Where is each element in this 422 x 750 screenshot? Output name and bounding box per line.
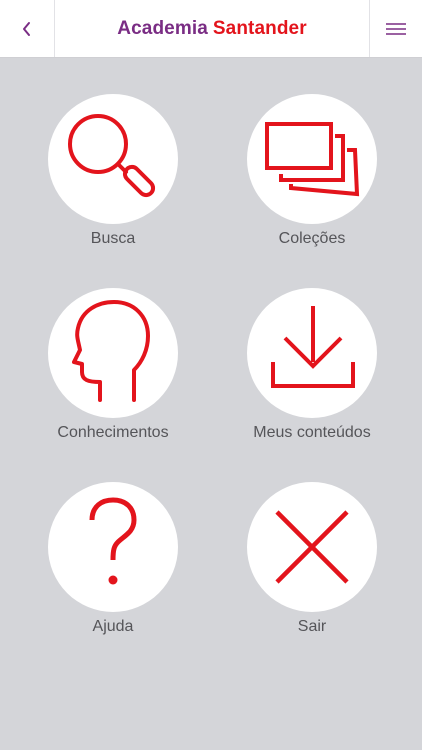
busca-button[interactable]: Busca [13, 94, 213, 264]
colecoes-button[interactable]: Coleções [212, 94, 412, 264]
colecoes-label: Coleções [278, 230, 346, 247]
app-title: Academia Santander [54, 0, 370, 57]
download-icon [271, 306, 355, 388]
conhecimentos-label: Conhecimentos [57, 424, 169, 441]
back-button[interactable] [0, 0, 55, 57]
head-icon [72, 300, 150, 402]
search-icon [68, 114, 156, 198]
colecoes-circle [247, 94, 377, 224]
sair-circle [247, 482, 377, 612]
ajuda-label: Ajuda [92, 618, 134, 635]
busca-label: Busca [90, 230, 136, 247]
app-title-academia: Academia [117, 17, 208, 39]
conhecimentos-circle [48, 288, 178, 418]
meus-conteudos-circle [247, 288, 377, 418]
meus-conteudos-label: Meus conteúdos [253, 424, 371, 441]
close-icon [275, 510, 349, 584]
app-title-santander: Santander [212, 17, 307, 39]
menu-button[interactable] [369, 0, 422, 57]
chevron-left-icon [23, 21, 30, 36]
ajuda-button[interactable]: Ajuda [13, 482, 213, 652]
question-mark-icon [89, 497, 137, 585]
sair-label: Sair [297, 618, 327, 635]
collections-icon [265, 122, 360, 197]
hamburger-menu-icon [386, 22, 406, 35]
top-bar: Academia Santander [0, 0, 422, 58]
sair-button[interactable]: Sair [212, 482, 412, 652]
conhecimentos-button[interactable]: Conhecimentos [13, 288, 213, 458]
meus-conteudos-button[interactable]: Meus conteúdos [212, 288, 412, 458]
ajuda-circle [48, 482, 178, 612]
busca-circle [48, 94, 178, 224]
